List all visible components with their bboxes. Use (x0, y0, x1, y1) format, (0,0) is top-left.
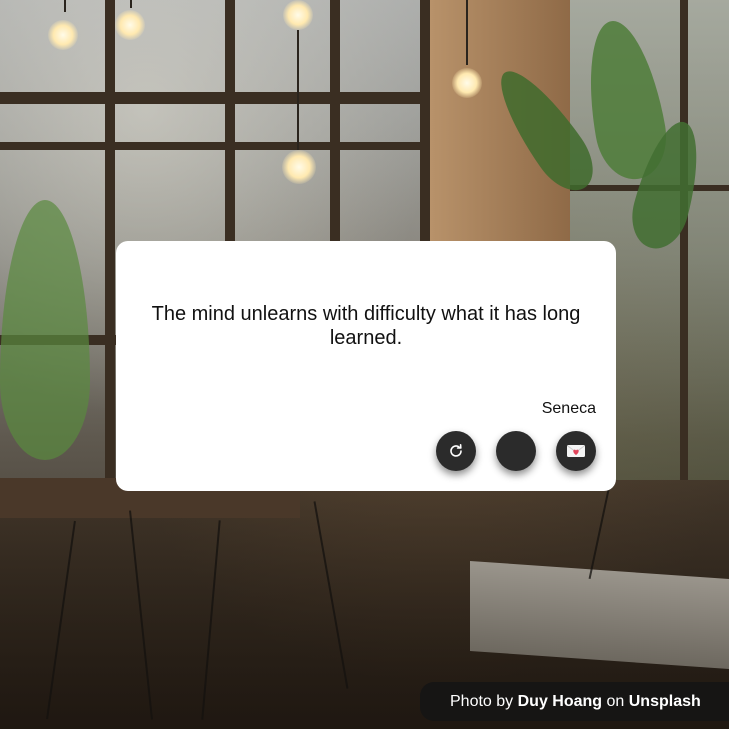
light-bulb (283, 0, 313, 30)
lamp-cord (466, 0, 468, 65)
window-frame (105, 0, 115, 480)
quote-card: The mind unlearns with difficulty what i… (116, 241, 616, 491)
dark-mode-button[interactable] (496, 431, 536, 471)
unsplash-link[interactable]: Unsplash (629, 693, 701, 710)
credit-prefix: Photo by (450, 693, 518, 710)
window-frame (0, 92, 430, 104)
light-bulb (282, 150, 316, 184)
photographer-name: Duy Hoang (517, 693, 603, 710)
lamp-cord (130, 0, 132, 8)
refresh-icon (450, 444, 462, 457)
quote-author: Seneca (541, 400, 596, 417)
window-frame (680, 0, 688, 480)
lamp-cord (64, 0, 66, 12)
envelope-heart-icon (567, 445, 585, 457)
moon-icon (514, 443, 522, 459)
share-button[interactable] (556, 431, 596, 471)
lamp-cord (297, 30, 299, 150)
photographer-link[interactable]: Duy Hoang (518, 693, 602, 710)
light-bulb (452, 68, 482, 98)
source-name: Unsplash (628, 693, 701, 710)
cafe-table (470, 560, 729, 670)
photo-credit: Photo by Duy Hoang on Unsplash (420, 682, 729, 721)
new-quote-button[interactable] (436, 431, 476, 471)
light-bulb (115, 10, 145, 40)
quote-text: The mind unlearns with difficulty what i… (151, 303, 581, 349)
background-photo: The mind unlearns with difficulty what i… (0, 0, 729, 729)
window-frame (0, 142, 430, 150)
credit-middle: on (602, 693, 629, 710)
quote-actions (436, 431, 596, 471)
light-bulb (48, 20, 78, 50)
